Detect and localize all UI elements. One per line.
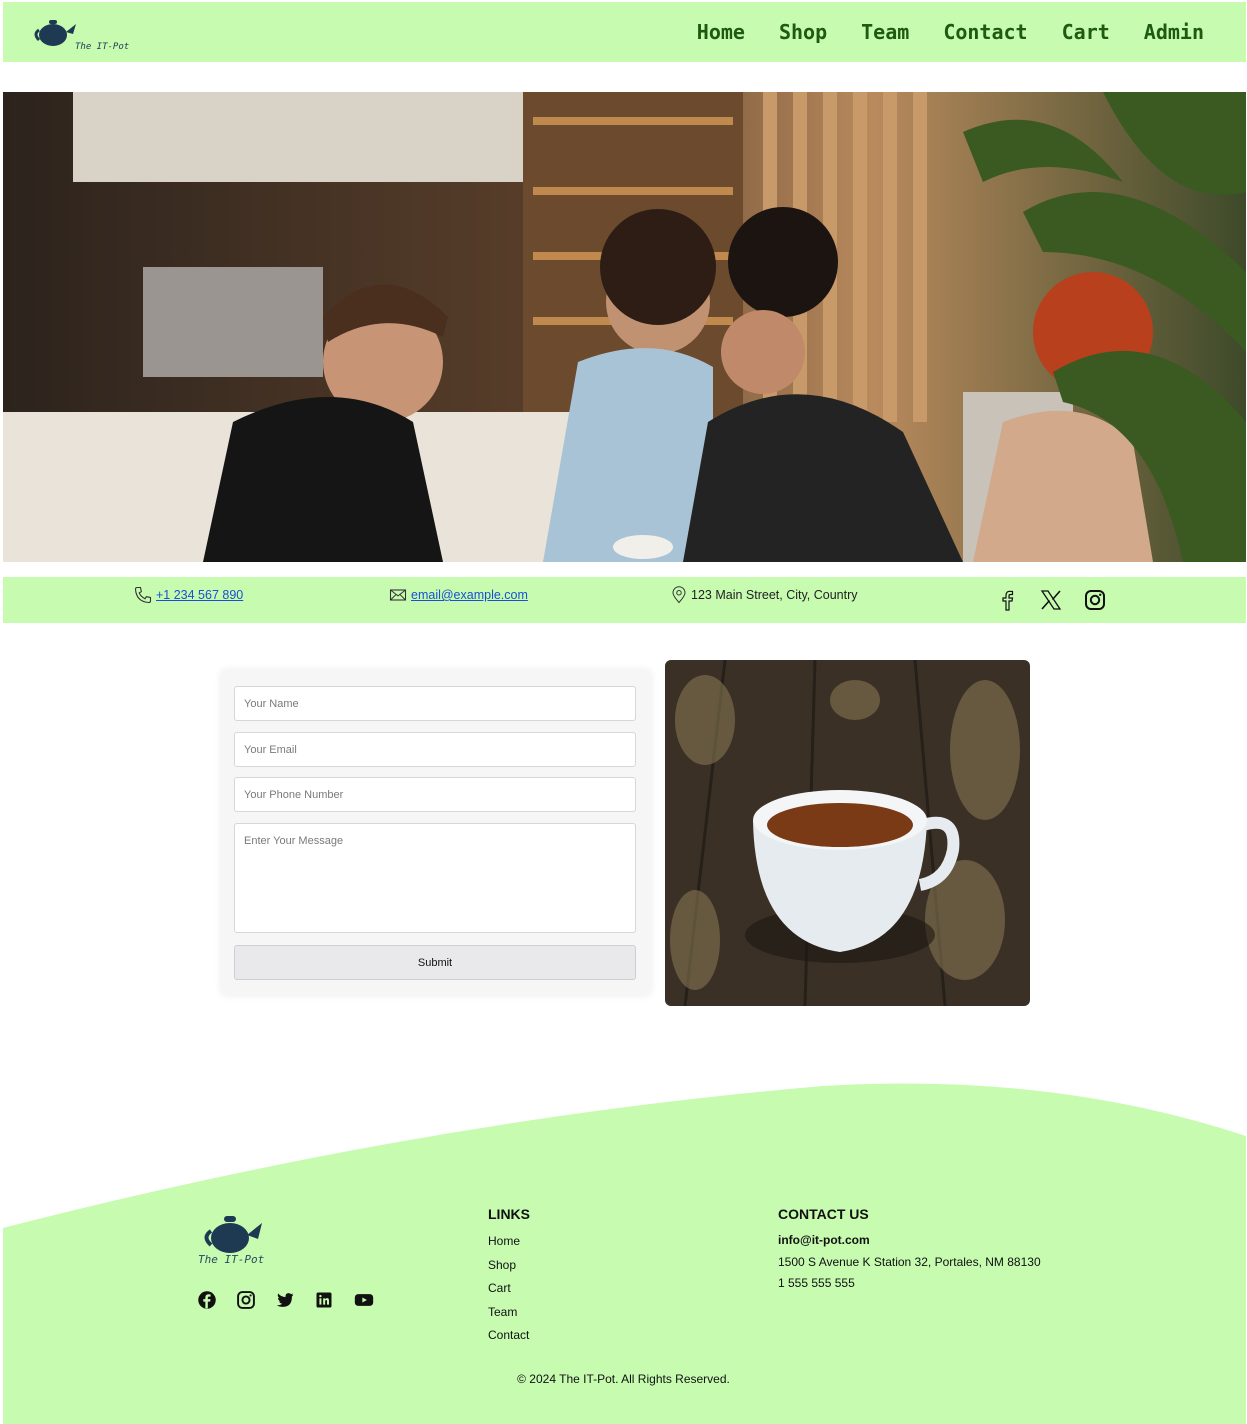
nav-shop[interactable]: Shop [779,20,827,44]
address-text: 123 Main Street, City, Country [691,588,858,602]
footer-socials [197,1290,375,1310]
footer-logo-text: The IT-Pot [198,1253,265,1266]
phone-link[interactable]: +1 234 567 890 [156,588,243,602]
copyright-text: © 2024 The IT-Pot. All Rights Reserved. [517,1372,730,1386]
facebook-icon[interactable] [995,587,1019,613]
contact-strip: +1 234 567 890 email@example.com 123 Mai… [3,577,1246,623]
footer-contact: info@it-pot.com 1500 S Avenue K Station … [778,1230,1041,1295]
footer-email[interactable]: info@it-pot.com [778,1230,1041,1252]
contact-form: Submit [221,670,651,995]
footer-logo[interactable]: The IT-Pot [198,1213,278,1269]
nav-home[interactable]: Home [697,20,745,44]
footer-address: 1500 S Avenue K Station 32, Portales, NM… [778,1254,1041,1269]
twitter-icon[interactable] [275,1290,295,1310]
footer-link-contact[interactable]: Contact [488,1324,529,1348]
nav-links: Home Shop Team Contact Cart Admin [697,20,1204,44]
footer-link-cart[interactable]: Cart [488,1277,529,1301]
name-field[interactable] [234,686,636,721]
tea-cup-image [665,660,1030,1006]
contact-us-title: CONTACT US [778,1206,869,1222]
email-field[interactable] [234,732,636,767]
map-pin-icon [672,586,686,604]
nav-team[interactable]: Team [861,20,909,44]
facebook-icon[interactable] [197,1290,217,1310]
header-socials [995,587,1107,613]
teapot-icon [204,1216,262,1253]
mail-icon [389,589,407,601]
linkedin-icon[interactable] [314,1290,334,1310]
footer-link-home[interactable]: Home [488,1230,529,1254]
footer-link-team[interactable]: Team [488,1301,529,1325]
links-title: LINKS [488,1206,530,1222]
x-icon[interactable] [1039,587,1063,613]
nav-cart[interactable]: Cart [1062,20,1110,44]
phone-field[interactable] [234,777,636,812]
message-field[interactable] [234,823,636,933]
teapot-icon [34,20,76,46]
nav-admin[interactable]: Admin [1144,20,1204,44]
nav-contact[interactable]: Contact [943,20,1027,44]
footer-link-shop[interactable]: Shop [488,1254,529,1278]
footer-links: Home Shop Cart Team Contact [488,1230,529,1348]
footer-phone: 1 555 555 555 [778,1276,855,1290]
top-navbar: The IT-Pot Home Shop Team Contact Cart A… [3,2,1246,62]
logo-text: The IT-Pot [75,42,130,52]
instagram-icon[interactable] [236,1290,256,1310]
phone-contact: +1 234 567 890 [133,585,243,605]
address-contact: 123 Main Street, City, Country [670,585,858,605]
hero-image [3,92,1246,562]
site-logo[interactable]: The IT-Pot [33,16,133,56]
instagram-icon[interactable] [1083,587,1107,613]
submit-button[interactable]: Submit [234,945,636,980]
youtube-icon[interactable] [353,1290,375,1310]
phone-icon [134,586,152,604]
email-contact: email@example.com [388,585,528,605]
email-link[interactable]: email@example.com [411,588,528,602]
